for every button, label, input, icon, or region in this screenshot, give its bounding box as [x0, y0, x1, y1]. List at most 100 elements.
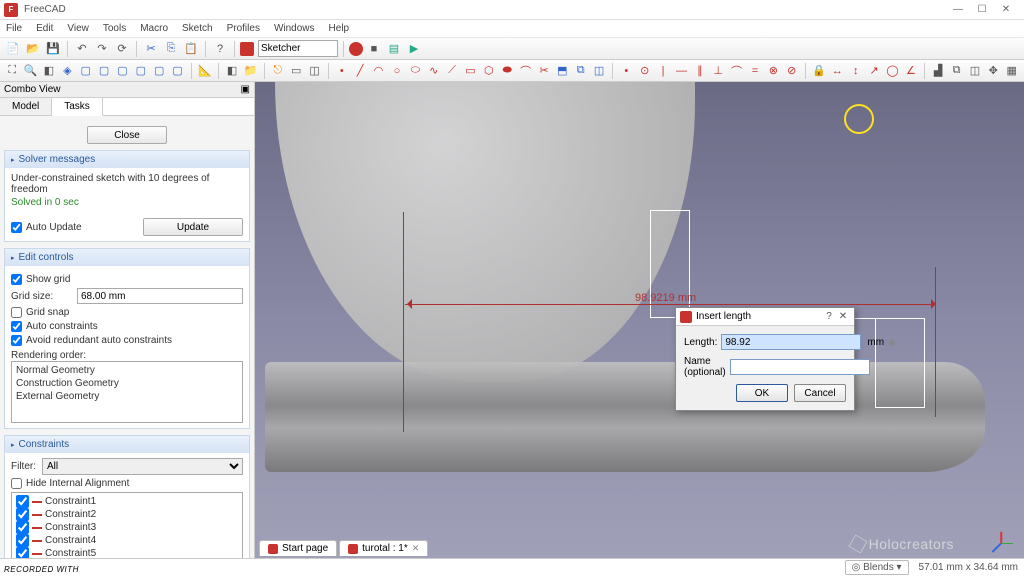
macros-icon[interactable]: ▤ [385, 40, 403, 58]
redo-icon[interactable]: ↷ [93, 40, 111, 58]
menu-macro[interactable]: Macro [140, 23, 168, 34]
constraint-item[interactable]: Constraint1 [14, 495, 240, 508]
whatsthis-icon[interactable]: ? [211, 40, 229, 58]
trim-icon[interactable]: ✂ [536, 62, 552, 80]
point-icon[interactable]: • [334, 62, 350, 80]
polyline-icon[interactable]: ⟋ [444, 62, 460, 80]
vertical-icon[interactable]: | [655, 62, 671, 80]
iso-view-icon[interactable]: ◈ [59, 62, 75, 80]
distance-icon[interactable]: ↗ [866, 62, 882, 80]
rectangle-icon[interactable]: ▭ [462, 62, 478, 80]
draw-style-icon[interactable]: ◧ [41, 62, 57, 80]
rear-view-icon[interactable]: ▢ [133, 62, 149, 80]
clone-icon[interactable]: ⧉ [948, 62, 964, 80]
hide-internal-checkbox[interactable]: Hide Internal Alignment [11, 478, 243, 489]
name-input[interactable] [730, 359, 870, 375]
vdist-icon[interactable]: ↕ [848, 62, 864, 80]
tangent-icon[interactable]: ⌒ [728, 62, 744, 80]
view-sketch-icon[interactable]: ▭ [288, 62, 304, 80]
rendering-order-list[interactable]: Normal Geometry Construction Geometry Ex… [11, 361, 243, 423]
constraint-item[interactable]: Constraint3 [14, 521, 240, 534]
task-close-button[interactable]: Close [87, 126, 167, 144]
group-icon[interactable]: 📁 [242, 62, 258, 80]
mirror-icon[interactable]: ▟ [930, 62, 946, 80]
parallel-icon[interactable]: ∥ [692, 62, 708, 80]
constraint-item[interactable]: Constraint5 [14, 547, 240, 558]
menu-help[interactable]: Help [329, 23, 350, 34]
auto-update-checkbox[interactable]: Auto Update [11, 222, 82, 233]
play-macro-icon[interactable]: ▶ [405, 40, 423, 58]
slot-icon[interactable]: ⬬ [499, 62, 515, 80]
zoom-icon[interactable]: 🔍 [22, 62, 38, 80]
point-on-icon[interactable]: ⊙ [637, 62, 653, 80]
constraint-item[interactable]: Constraint2 [14, 508, 240, 521]
expression-icon[interactable]: ◉ [888, 337, 896, 348]
bottom-view-icon[interactable]: ▢ [151, 62, 167, 80]
external-geom-icon[interactable]: ⬒ [554, 62, 570, 80]
paste-icon[interactable]: 📋 [182, 40, 200, 58]
refresh-icon[interactable]: ⟳ [113, 40, 131, 58]
dimension-text[interactable]: 98.9219 mm [635, 292, 696, 304]
perpendicular-icon[interactable]: ⊥ [710, 62, 726, 80]
doc-tab-start[interactable]: Start page [259, 540, 337, 556]
cancel-button[interactable]: Cancel [794, 384, 846, 402]
panel-edit-header[interactable]: ▸Edit controls [5, 249, 249, 266]
combo-close-icon[interactable]: ▣ [241, 84, 250, 95]
line-icon[interactable]: ╱ [352, 62, 368, 80]
panel-constraints-header[interactable]: ▸Constraints [5, 436, 249, 453]
measure-icon[interactable]: 📐 [197, 62, 213, 80]
menu-edit[interactable]: Edit [36, 23, 53, 34]
top-view-icon[interactable]: ▢ [96, 62, 112, 80]
right-view-icon[interactable]: ▢ [114, 62, 130, 80]
copy-sketch-icon[interactable]: ◫ [967, 62, 983, 80]
circle-icon[interactable]: ○ [389, 62, 405, 80]
viewport-3d[interactable]: 98.9219 mm Holocreators Start page turot… [255, 82, 1024, 558]
ok-button[interactable]: OK [736, 384, 788, 402]
symmetric-icon[interactable]: ⊗ [765, 62, 781, 80]
polygon-icon[interactable]: ⬡ [481, 62, 497, 80]
coincident-icon[interactable]: • [618, 62, 634, 80]
dialog-help-icon[interactable]: ? [822, 311, 836, 322]
left-view-icon[interactable]: ▢ [169, 62, 185, 80]
grid-size-input[interactable] [77, 288, 243, 304]
part-icon[interactable]: ◧ [224, 62, 240, 80]
cut-icon[interactable]: ✂ [142, 40, 160, 58]
leave-sketch-icon[interactable]: ⎋ [270, 62, 286, 80]
horizontal-icon[interactable]: — [673, 62, 689, 80]
ellipse-icon[interactable]: ⬭ [407, 62, 423, 80]
menu-view[interactable]: View [67, 23, 89, 34]
menu-sketch[interactable]: Sketch [182, 23, 213, 34]
open-icon[interactable]: 📂 [24, 40, 42, 58]
dimension-line[interactable] [405, 304, 935, 305]
menu-tools[interactable]: Tools [103, 23, 126, 34]
map-sketch-icon[interactable]: ◫ [306, 62, 322, 80]
new-icon[interactable]: 📄 [4, 40, 22, 58]
tab-model[interactable]: Model [0, 98, 52, 115]
avoid-redundant-checkbox[interactable]: Avoid redundant auto constraints [11, 335, 243, 346]
auto-constraints-checkbox[interactable]: Auto constraints [11, 321, 243, 332]
rect-array-icon[interactable]: ▦ [1003, 62, 1019, 80]
undo-icon[interactable]: ↶ [73, 40, 91, 58]
minimize-icon[interactable]: — [952, 4, 964, 15]
show-grid-checkbox[interactable]: Show grid [11, 274, 243, 285]
sketch-edge[interactable] [875, 318, 925, 408]
blends-menu[interactable]: ◎ Blends ▾ [845, 560, 909, 575]
tab-close-icon[interactable]: ✕ [412, 543, 420, 554]
equal-icon[interactable]: = [747, 62, 763, 80]
menu-profiles[interactable]: Profiles [227, 23, 260, 34]
bspline-icon[interactable]: ∿ [426, 62, 442, 80]
radius-icon[interactable]: ◯ [884, 62, 900, 80]
update-button[interactable]: Update [143, 218, 243, 236]
constraint-item[interactable]: Constraint4 [14, 534, 240, 547]
panel-solver-header[interactable]: ▸Solver messages [5, 151, 249, 168]
record-macro-icon[interactable] [349, 42, 363, 56]
front-view-icon[interactable]: ▢ [78, 62, 94, 80]
render-item[interactable]: External Geometry [16, 390, 238, 403]
save-icon[interactable]: 💾 [44, 40, 62, 58]
menu-windows[interactable]: Windows [274, 23, 315, 34]
maximize-icon[interactable]: ☐ [976, 4, 988, 15]
menu-file[interactable]: File [6, 23, 22, 34]
filter-select[interactable]: All [42, 458, 243, 475]
doc-tab-turotal[interactable]: turotal : 1*✕ [339, 540, 428, 556]
arc-icon[interactable]: ◠ [370, 62, 386, 80]
